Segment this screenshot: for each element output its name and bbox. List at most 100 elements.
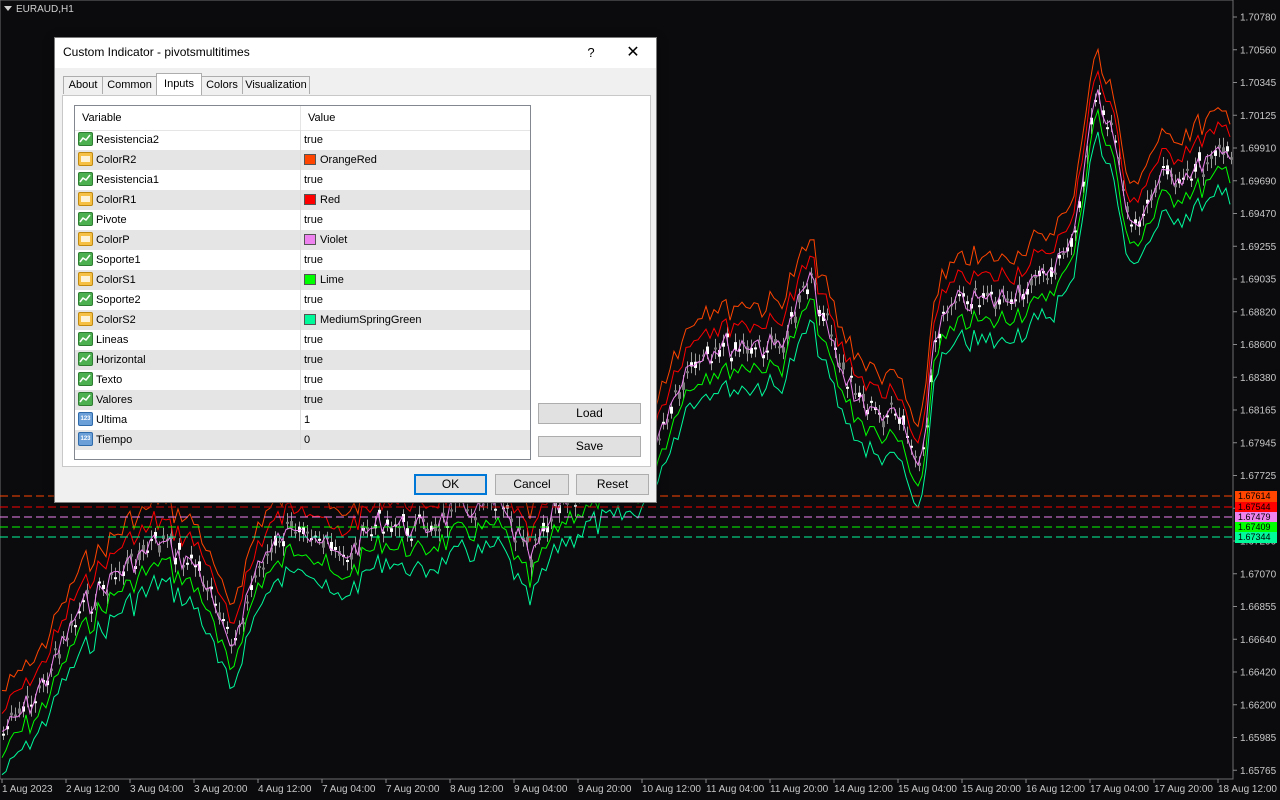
input-value[interactable]: true <box>304 394 323 406</box>
column-separator <box>300 410 301 430</box>
input-row-colorr1[interactable]: ColorR1 Red <box>75 190 530 210</box>
candle-body <box>966 301 969 305</box>
column-separator <box>300 230 301 250</box>
input-row-colors2[interactable]: ColorS2 MediumSpringGreen <box>75 310 530 330</box>
input-row-pivote[interactable]: Pivote true <box>75 210 530 230</box>
time-axis-label: 4 Aug 12:00 <box>258 784 312 795</box>
close-button[interactable]: ✕ <box>621 42 645 64</box>
header-value[interactable]: Value <box>308 112 335 124</box>
candle-body <box>426 528 429 531</box>
dialog-title: Custom Indicator - pivotsmultitimes <box>63 45 250 59</box>
custom-indicator-dialog: Custom Indicator - pivotsmultitimes ? ✕ … <box>54 37 657 503</box>
tab-about[interactable]: About <box>63 76 103 94</box>
price-axis-label: 1.65985 <box>1240 733 1277 744</box>
candle-body <box>1046 278 1049 281</box>
inputs-panel: Variable Value Resistencia2 true ColorR2 Or… <box>62 95 651 467</box>
candle-body <box>826 313 829 316</box>
input-value[interactable]: true <box>304 354 323 366</box>
input-value[interactable]: Violet <box>320 234 347 246</box>
input-value[interactable]: true <box>304 294 323 306</box>
candle-body <box>190 554 193 559</box>
color-swatch[interactable] <box>304 314 316 325</box>
candle-body <box>114 577 117 580</box>
input-row-tiempo[interactable]: 123 Tiempo 0 <box>75 430 530 450</box>
candle-body <box>830 334 833 337</box>
column-separator <box>300 390 301 410</box>
column-separator <box>300 310 301 330</box>
tab-common[interactable]: Common <box>102 76 157 94</box>
candle-body <box>846 386 849 389</box>
input-row-texto[interactable]: Texto true <box>75 370 530 390</box>
candle-body <box>438 528 441 532</box>
price-level-tag: 1.67344 <box>1235 532 1277 543</box>
column-separator <box>300 190 301 210</box>
color-swatch[interactable] <box>304 274 316 285</box>
time-axis-label: 1 Aug 2023 <box>2 784 53 795</box>
input-variable-name: Pivote <box>96 214 127 226</box>
candle-body <box>2 733 5 736</box>
time-axis-label: 11 Aug 20:00 <box>770 784 829 795</box>
time-axis-label: 2 Aug 12:00 <box>66 784 120 795</box>
tab-colors[interactable]: Colors <box>201 76 243 94</box>
tab-inputs[interactable]: Inputs <box>156 73 202 95</box>
input-row-resistencia2[interactable]: Resistencia2 true <box>75 130 530 150</box>
candle-body <box>10 712 13 716</box>
candle-body <box>958 294 961 297</box>
input-row-soporte1[interactable]: Soporte1 true <box>75 250 530 270</box>
color-swatch[interactable] <box>304 234 316 245</box>
column-separator <box>300 170 301 190</box>
candle-body <box>818 309 821 317</box>
ok-button[interactable]: OK <box>414 474 487 495</box>
header-variable[interactable]: Variable <box>82 112 122 124</box>
input-value[interactable]: 0 <box>304 434 310 446</box>
input-row-horizontal[interactable]: Horizontal true <box>75 350 530 370</box>
input-variable-name: Soporte2 <box>96 294 141 306</box>
price-axis-label: 1.70560 <box>1240 45 1277 56</box>
input-row-colorr2[interactable]: ColorR2 OrangeRed <box>75 150 530 170</box>
column-separator <box>300 350 301 370</box>
load-button[interactable]: Load <box>538 403 641 424</box>
time-axis-label: 15 Aug 04:00 <box>898 784 957 795</box>
input-value[interactable]: OrangeRed <box>320 154 377 166</box>
color-swatch[interactable] <box>304 154 316 165</box>
input-variable-name: ColorP <box>96 234 130 246</box>
save-button[interactable]: Save <box>538 436 641 457</box>
time-axis-label: 3 Aug 04:00 <box>130 784 184 795</box>
time-axis-label: 9 Aug 04:00 <box>514 784 568 795</box>
input-value[interactable]: true <box>304 134 323 146</box>
input-value[interactable]: Lime <box>320 274 344 286</box>
input-value[interactable]: true <box>304 214 323 226</box>
candle-body <box>1062 252 1065 255</box>
time-axis-label: 15 Aug 20:00 <box>962 784 1021 795</box>
candle-body <box>1210 155 1213 159</box>
number-param-icon: 123 <box>78 412 93 426</box>
input-value[interactable]: 1 <box>304 414 310 426</box>
price-axis-label: 1.69470 <box>1240 209 1277 220</box>
candle-body <box>226 626 229 629</box>
input-value[interactable]: MediumSpringGreen <box>320 314 422 326</box>
candle-body <box>1230 157 1233 160</box>
reset-button[interactable]: Reset <box>576 474 649 495</box>
input-row-resistencia1[interactable]: Resistencia1 true <box>75 170 530 190</box>
cancel-button[interactable]: Cancel <box>495 474 569 495</box>
time-axis-label: 18 Aug 12:00 <box>1218 784 1277 795</box>
input-value[interactable]: true <box>304 254 323 266</box>
color-swatch[interactable] <box>304 194 316 205</box>
dialog-titlebar[interactable]: Custom Indicator - pivotsmultitimes ? ✕ <box>55 38 656 68</box>
indicator-param-icon <box>78 292 93 306</box>
input-value[interactable]: true <box>304 374 323 386</box>
time-axis-label: 7 Aug 04:00 <box>322 784 376 795</box>
input-value[interactable]: true <box>304 174 323 186</box>
price-axis-label: 1.69910 <box>1240 144 1277 155</box>
tab-visualization[interactable]: Visualization <box>242 76 310 94</box>
input-variable-name: Resistencia1 <box>96 174 159 186</box>
input-row-ultima[interactable]: 123 Ultima 1 <box>75 410 530 430</box>
help-button[interactable]: ? <box>581 42 601 64</box>
input-value[interactable]: true <box>304 334 323 346</box>
input-row-lineas[interactable]: Lineas true <box>75 330 530 350</box>
input-row-colors1[interactable]: ColorS1 Lime <box>75 270 530 290</box>
input-value[interactable]: Red <box>320 194 340 206</box>
input-row-soporte2[interactable]: Soporte2 true <box>75 290 530 310</box>
input-row-colorp[interactable]: ColorP Violet <box>75 230 530 250</box>
input-row-valores[interactable]: Valores true <box>75 390 530 410</box>
